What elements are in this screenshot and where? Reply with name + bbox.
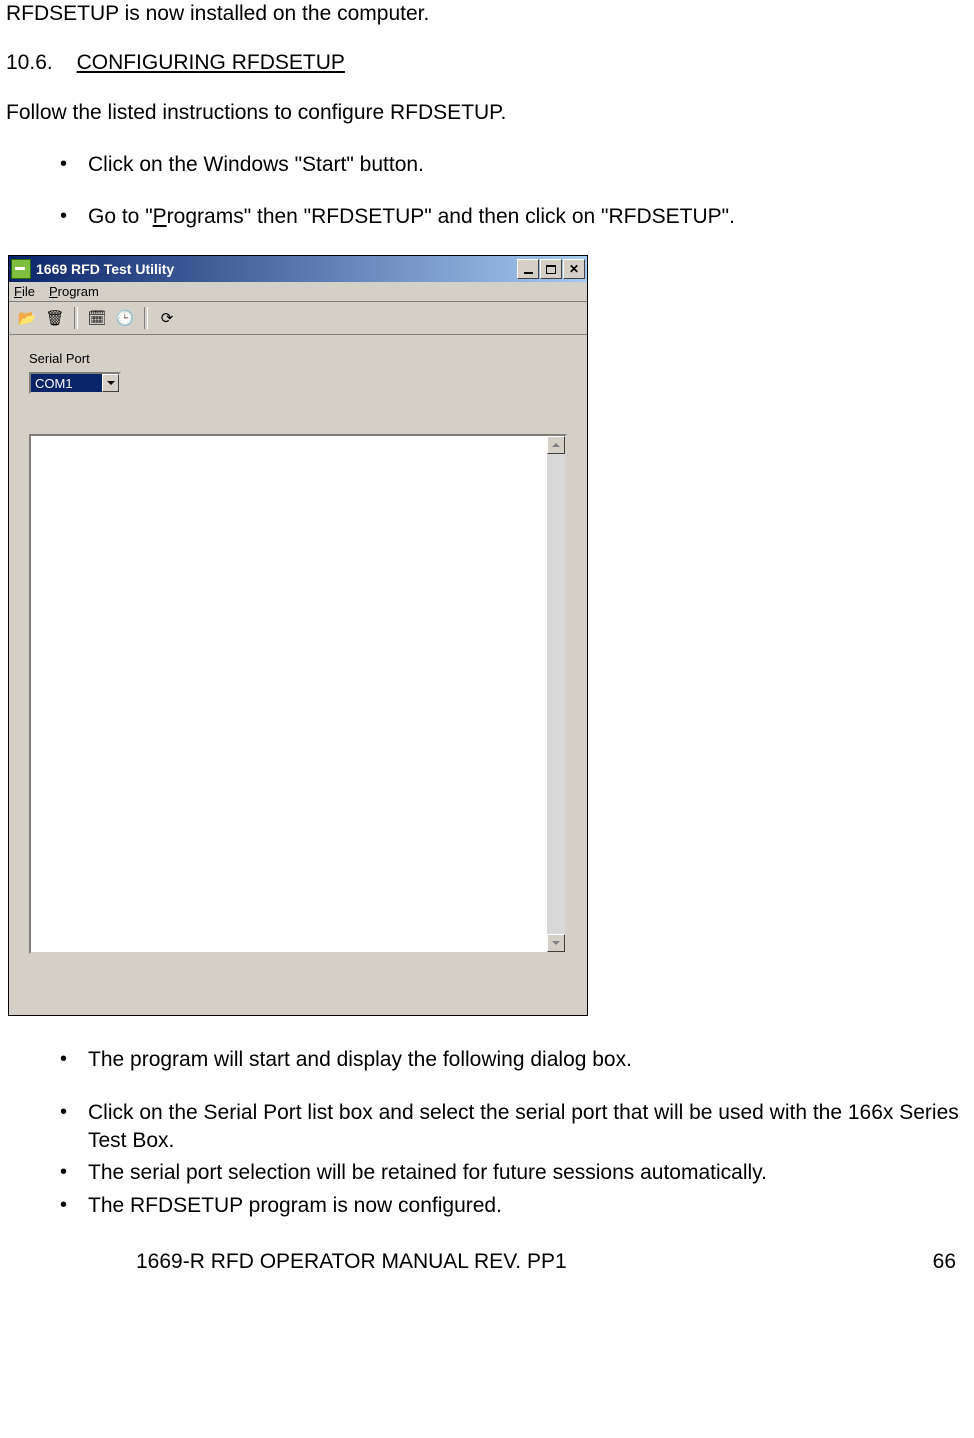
log-panel bbox=[29, 434, 567, 954]
titlebar[interactable]: 1669 RFD Test Utility bbox=[9, 256, 587, 282]
footer-title: 1669-R RFD OPERATOR MANUAL REV. PP1 bbox=[136, 1250, 567, 1274]
bullet-configured: The RFDSETUP program is now configured. bbox=[60, 1192, 968, 1220]
app-icon bbox=[11, 259, 31, 279]
maximize-button[interactable] bbox=[540, 259, 562, 279]
combo-dropdown-button[interactable] bbox=[102, 374, 119, 392]
serial-port-label: Serial Port bbox=[29, 351, 567, 366]
menubar: File Program bbox=[9, 282, 587, 302]
toolbar-separator bbox=[144, 307, 148, 329]
vertical-scrollbar[interactable] bbox=[547, 436, 565, 952]
toolbar-delete-icon[interactable]: 🗑 bbox=[43, 306, 67, 330]
scroll-up-button[interactable] bbox=[547, 436, 565, 454]
menu-program[interactable]: Program bbox=[49, 284, 99, 299]
toolbar-refresh-icon[interactable]: ⟳ bbox=[155, 306, 179, 330]
toolbar-separator bbox=[74, 307, 78, 329]
page-number: 66 bbox=[933, 1250, 956, 1274]
client-area: Serial Port COM1 bbox=[9, 335, 587, 1015]
bullet-goto-programs: Go to "Programs" then "RFDSETUP" and the… bbox=[60, 203, 968, 231]
section-heading: 10.6. CONFIGURING RFDSETUP bbox=[6, 51, 968, 75]
bullet-start: Click on the Windows "Start" button. bbox=[60, 151, 968, 179]
section-number: 10.6. bbox=[6, 51, 53, 75]
scroll-down-button[interactable] bbox=[547, 934, 565, 952]
serial-port-combo[interactable]: COM1 bbox=[29, 372, 121, 394]
toolbar-clock-icon[interactable]: 🕒 bbox=[113, 306, 137, 330]
bullet-click-serial: Click on the Serial Port list box and se… bbox=[60, 1099, 968, 1156]
window-title: 1669 RFD Test Utility bbox=[36, 261, 174, 277]
intro-paragraph: RFDSETUP is now installed on the compute… bbox=[6, 0, 968, 27]
toolbar: 📂 🗑 🗓 🕒 ⟳ bbox=[9, 302, 587, 335]
toolbar-calendar-icon[interactable]: 🗓 bbox=[85, 306, 109, 330]
serial-port-value: COM1 bbox=[31, 374, 102, 392]
toolbar-open-icon[interactable]: 📂 bbox=[15, 306, 39, 330]
menu-file[interactable]: File bbox=[14, 284, 35, 299]
close-button[interactable] bbox=[563, 259, 585, 279]
bullet-program-start: The program will start and display the f… bbox=[60, 1046, 968, 1074]
section-title: CONFIGURING RFDSETUP bbox=[77, 51, 345, 74]
app-window: 1669 RFD Test Utility File Program 📂 🗑 🗓… bbox=[8, 255, 588, 1016]
minimize-button[interactable] bbox=[517, 259, 539, 279]
bullet-retained: The serial port selection will be retain… bbox=[60, 1159, 968, 1187]
follow-paragraph: Follow the listed instructions to config… bbox=[6, 99, 968, 126]
